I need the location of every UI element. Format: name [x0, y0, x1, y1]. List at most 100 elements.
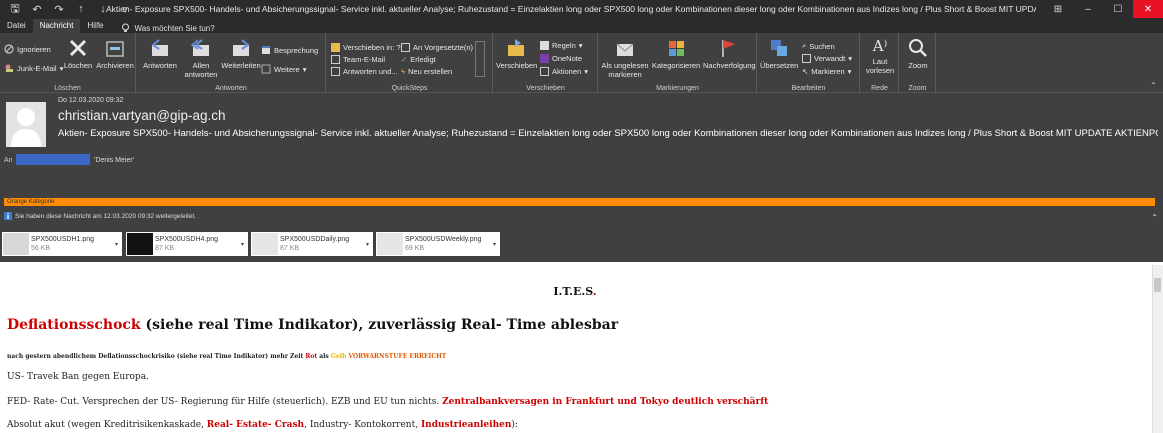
attachment-item[interactable]: SPX500USDWeekly.png 69 KB ▾ [376, 232, 500, 256]
attachment-item[interactable]: SPX500USDH4.png 87 KB ▾ [126, 232, 248, 256]
group-label-verschieben: Verschieben [526, 85, 565, 92]
message-subject: Aktien- Exposure SPX500- Handels- und Ab… [58, 128, 1158, 139]
search-button[interactable]: ⌕ Suchen [802, 41, 835, 51]
magnifier-icon [909, 39, 927, 57]
redo-icon[interactable]: ↷ [54, 3, 64, 16]
junk-button[interactable]: Junk-E-Mail ▾ [4, 63, 63, 73]
select-button[interactable]: ↖ Markieren ▾ [802, 67, 851, 76]
attachment-name: SPX500USDH4.png [155, 236, 219, 243]
group-label-quicksteps: QuickSteps [391, 85, 428, 92]
category-bar: Orange Kategorie [4, 198, 1155, 206]
chevron-down-icon[interactable]: ▾ [493, 241, 496, 248]
actions-button[interactable]: Aktionen ▾ [540, 67, 588, 76]
group-zoom: Zoom Zoom [900, 33, 936, 93]
attachment-name: SPX500USDH1.png [31, 236, 95, 243]
move-button[interactable]: Verschieben [496, 37, 537, 70]
rules-icon [540, 41, 549, 50]
cursor-icon: ↖ [802, 67, 809, 76]
menu-datei[interactable]: Datei [0, 19, 33, 33]
categorize-button[interactable]: Kategorisieren [651, 37, 701, 70]
tell-me-search[interactable]: Was möchten Sie tun? [111, 23, 215, 33]
group-quicksteps: Verschieben in: ? Team-E-Mail Antworten … [327, 33, 493, 93]
calendar-icon [262, 46, 270, 54]
more-respond-button[interactable]: Weitere ▾ [261, 64, 306, 74]
delete-x-icon [69, 39, 87, 57]
ribbon: Ignorieren Junk-E-Mail ▾ Löschen Archivie… [0, 33, 1163, 93]
follow-up-button[interactable]: Nachverfolgung [703, 37, 756, 70]
attachment-thumbnail [377, 233, 403, 255]
quickstep-team[interactable]: Team-E-Mail [331, 55, 385, 64]
quickstep-manager[interactable]: An Vorgesetzte(n) [401, 43, 473, 52]
reply-button[interactable]: Antworten [141, 37, 179, 70]
envelope-icon [616, 43, 634, 56]
zoom-button[interactable]: Zoom [902, 37, 934, 70]
group-label-rede: Rede [871, 85, 888, 92]
group-label-antworten: Antworten [215, 85, 247, 92]
collapse-header-icon[interactable]: ⌃ [1151, 213, 1158, 222]
quickstep-reply-delete[interactable]: Antworten und... [331, 67, 398, 76]
body-line-3: Absolut akut (wegen Kreditrisikenkaskade… [7, 420, 518, 430]
info-icon [4, 212, 12, 220]
archive-button[interactable]: Archivieren [96, 37, 134, 70]
menu-bar: Datei Nachricht Hilfe Was möchten Sie tu… [0, 18, 1163, 33]
attachment-item[interactable]: SPX500USDDaily.png 87 KB ▾ [251, 232, 373, 256]
collapse-ribbon-icon[interactable]: ⌃ [1150, 81, 1157, 90]
menu-nachricht[interactable]: Nachricht [32, 19, 81, 33]
delete-button[interactable]: Löschen [62, 37, 94, 70]
sender-address[interactable]: christian.vartyan@gip-ag.ch [58, 108, 226, 123]
title-bar: 🖫 ↶ ↷ ↑ ↓ ▿ Aktien- Exposure SPX500- Han… [0, 0, 1163, 18]
forward-icon [233, 39, 250, 56]
warning-line: nach gestern abendlichem Deflationsschoc… [7, 353, 447, 360]
undo-icon[interactable]: ↶ [32, 3, 42, 16]
up-arrow-icon[interactable]: ↑ [76, 3, 86, 15]
to-label: An [4, 157, 13, 164]
chevron-down-icon[interactable]: ▾ [366, 241, 369, 248]
rules-button[interactable]: Regeln ▾ [540, 41, 583, 50]
read-aloud-button[interactable]: A⁾ Laut vorlesen [863, 37, 897, 75]
reply-all-icon [190, 39, 209, 56]
ignore-icon [4, 44, 14, 54]
checkmark-icon: ✓ [401, 55, 408, 64]
menu-hilfe[interactable]: Hilfe [80, 19, 110, 33]
actions-icon [540, 67, 549, 76]
group-rede: A⁾ Laut vorlesen Rede [861, 33, 899, 93]
quickstep-done[interactable]: ✓ Erledigt [401, 55, 436, 64]
minimize-button[interactable]: – [1073, 0, 1103, 18]
reply-all-button[interactable]: Allen antworten [183, 37, 219, 79]
scrollbar-thumb[interactable] [1154, 278, 1161, 292]
group-loeschen: Ignorieren Junk-E-Mail ▾ Löschen Archivie… [0, 33, 136, 93]
attachment-item[interactable]: SPX500USDH1.png 56 KB ▾ [2, 232, 122, 256]
meeting-button[interactable]: Besprechung [261, 45, 318, 55]
mark-unread-button[interactable]: Als ungelesen markieren [601, 37, 649, 79]
related-button[interactable]: Verwandt ▾ [802, 54, 852, 63]
message-date: Do 12.03.2020 09:32 [58, 97, 124, 104]
reply-delete-icon [331, 67, 340, 76]
recipient-redacted[interactable] [16, 154, 90, 165]
window-title: Aktien- Exposure SPX500- Handels- und Ab… [106, 4, 1036, 14]
quicksteps-scroll[interactable] [475, 41, 485, 77]
recipient-bar [0, 153, 1163, 168]
translate-icon [771, 40, 787, 56]
move-folder-icon [508, 39, 524, 56]
quickstep-new[interactable]: ϟ Neu erstellen [401, 67, 452, 76]
translate-button[interactable]: Übersetzen [760, 37, 798, 70]
chevron-down-icon[interactable]: ▾ [115, 241, 118, 248]
forward-button[interactable]: Weiterleiten [221, 37, 261, 70]
related-icon [802, 54, 811, 63]
ribbon-display-button[interactable]: ⊞ [1043, 0, 1073, 18]
group-label-loeschen: Löschen [54, 85, 81, 92]
recipient-name[interactable]: 'Denis Meier' [94, 157, 134, 164]
onenote-button[interactable]: OneNote [540, 54, 582, 63]
save-icon[interactable]: 🖫 [10, 0, 20, 19]
search-icon: ⌕ [802, 41, 807, 50]
quickstep-move[interactable]: Verschieben in: ? [331, 43, 401, 52]
archive-icon [106, 41, 124, 57]
attachment-size: 87 KB [155, 245, 175, 252]
junk-icon [5, 64, 13, 72]
chevron-down-icon[interactable]: ▾ [241, 241, 244, 248]
close-button[interactable]: ✕ [1133, 0, 1163, 18]
ignore-button[interactable]: Ignorieren [4, 44, 51, 54]
group-antworten: Antworten Allen antworten Weiterleiten Be… [137, 33, 326, 93]
maximize-button[interactable]: ☐ [1103, 0, 1133, 18]
reply-icon [151, 39, 168, 56]
